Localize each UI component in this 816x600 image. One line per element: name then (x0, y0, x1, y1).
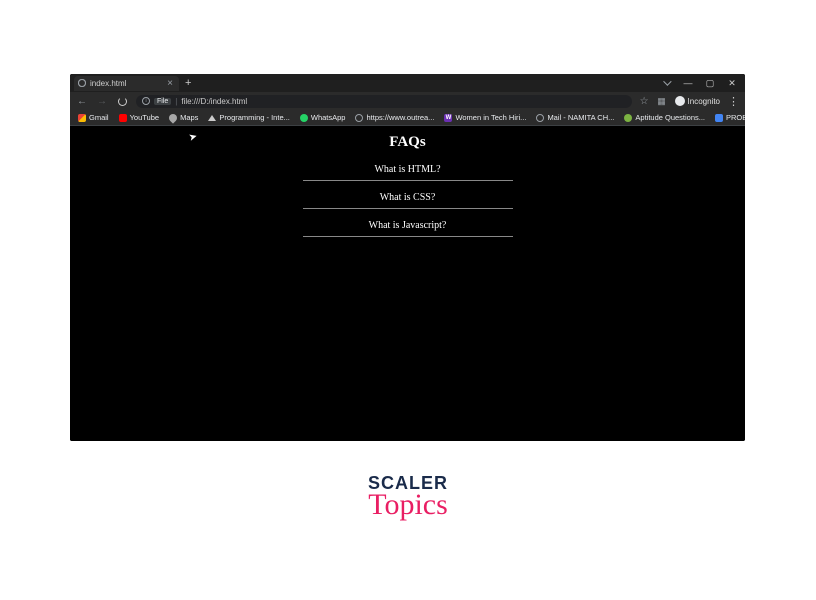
faq-item-css[interactable]: What is CSS? (303, 187, 513, 209)
close-tab-icon[interactable]: × (167, 78, 173, 89)
browser-tab[interactable]: index.html × (74, 76, 179, 91)
tab-title: index.html (90, 79, 126, 88)
globe-icon (355, 114, 363, 122)
aptitude-icon (624, 114, 632, 122)
minimize-icon[interactable]: — (683, 78, 693, 88)
address-bar: ← → i File | file:///D:/index.html ☆ ▦ I… (70, 92, 745, 110)
bookmark-label: Women in Tech Hiri... (455, 113, 526, 122)
faq-item-javascript[interactable]: What is Javascript? (303, 215, 513, 237)
url-input[interactable]: i File | file:///D:/index.html (136, 95, 632, 108)
bookmark-label: Programming - Inte... (219, 113, 289, 122)
bookmark-women-tech[interactable]: WWomen in Tech Hiri... (444, 113, 526, 122)
reload-button[interactable] (116, 95, 128, 107)
back-button[interactable]: ← (76, 95, 88, 107)
scaler-logo: SCALER Topics (368, 475, 448, 518)
bookmark-label: PROBLEMS ON TRE... (726, 113, 745, 122)
kebab-menu-icon[interactable]: ⋮ (728, 95, 739, 108)
faq-item-text: What is HTML? (374, 164, 440, 175)
bookmark-label: YouTube (130, 113, 159, 122)
gmail-icon (78, 114, 86, 122)
w-icon: W (444, 114, 452, 122)
faq-item-html[interactable]: What is HTML? (303, 159, 513, 181)
bookmark-youtube[interactable]: YouTube (119, 113, 159, 122)
whatsapp-icon (300, 114, 308, 122)
incognito-icon (675, 96, 685, 106)
extensions-icon[interactable]: ▦ (657, 96, 667, 106)
bookmark-star-icon[interactable]: ☆ (640, 96, 649, 107)
maps-icon (167, 112, 178, 123)
bookmark-outrea[interactable]: https://www.outrea... (355, 113, 434, 122)
titlebar: index.html × + — ▢ ✕ (70, 74, 745, 92)
globe-icon (536, 114, 544, 122)
incognito-label: Incognito (688, 97, 720, 106)
new-tab-button[interactable]: + (185, 77, 191, 89)
bookmark-label: Maps (180, 113, 198, 122)
bookmarks-bar: Gmail YouTube Maps Programming - Inte...… (70, 110, 745, 126)
window-controls: — ▢ ✕ (661, 78, 741, 88)
bookmark-label: Aptitude Questions... (635, 113, 705, 122)
bookmark-label: Mail - NAMITA CH... (547, 113, 614, 122)
page-viewport: ➤ FAQs What is HTML? What is CSS? What i… (70, 126, 745, 441)
bookmark-programming[interactable]: Programming - Inte... (208, 113, 289, 122)
bookmark-problems[interactable]: PROBLEMS ON TRE... (715, 113, 745, 122)
bookmark-whatsapp[interactable]: WhatsApp (300, 113, 346, 122)
file-chip: File (154, 98, 171, 105)
site-info-icon[interactable]: i (142, 97, 150, 105)
toolbar-right: ☆ ▦ Incognito ⋮ (640, 95, 739, 108)
bookmark-maps[interactable]: Maps (169, 113, 198, 122)
tab-strip: index.html × + (74, 76, 655, 91)
chevron-down-icon[interactable] (661, 78, 671, 88)
faq-item-text: What is CSS? (380, 192, 436, 203)
hat-icon (208, 115, 216, 121)
close-window-icon[interactable]: ✕ (727, 78, 737, 88)
bookmark-mail[interactable]: Mail - NAMITA CH... (536, 113, 614, 122)
browser-window: index.html × + — ▢ ✕ ← → i File | file:/… (70, 74, 745, 441)
bookmark-gmail[interactable]: Gmail (78, 113, 109, 122)
bookmark-label: Gmail (89, 113, 109, 122)
bookmark-label: https://www.outrea... (366, 113, 434, 122)
bookmark-aptitude[interactable]: Aptitude Questions... (624, 113, 705, 122)
bookmark-label: WhatsApp (311, 113, 346, 122)
youtube-icon (119, 114, 127, 122)
incognito-badge[interactable]: Incognito (675, 96, 720, 106)
maximize-icon[interactable]: ▢ (705, 78, 715, 88)
faq-heading: FAQs (389, 134, 425, 151)
url-text: file:///D:/index.html (181, 97, 247, 106)
globe-icon (78, 79, 86, 87)
scaler-topics-wordmark: Topics (368, 491, 448, 518)
faq-item-text: What is Javascript? (369, 220, 447, 231)
forward-button[interactable]: → (96, 95, 108, 107)
docs-icon (715, 114, 723, 122)
cursor-icon: ➤ (188, 131, 199, 144)
